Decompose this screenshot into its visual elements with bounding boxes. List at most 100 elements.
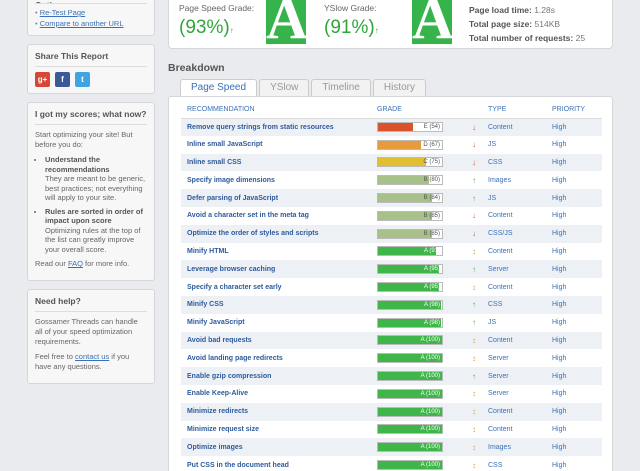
trend-arrow-icon: ↕ <box>472 246 476 256</box>
col-type[interactable]: TYPE <box>488 101 552 119</box>
tab-yslow[interactable]: YSlow <box>259 79 310 96</box>
grade-cell: A (95) <box>377 260 472 279</box>
recommendation-name[interactable]: Enable Keep-Alive <box>181 385 377 403</box>
grade-cell: C (75) <box>377 153 472 172</box>
table-row[interactable]: Minify CSS A (98) ↑ CSS High <box>181 295 602 314</box>
col-priority[interactable]: PRIORITY <box>552 101 602 119</box>
recommendation-name[interactable]: Enable gzip compression <box>181 367 377 385</box>
trend-arrow-icon: ↓ <box>472 224 488 243</box>
grade-label: B (85) <box>423 230 440 237</box>
priority-cell: High <box>552 260 602 279</box>
grade-cell: A (100) <box>377 331 472 350</box>
trend-arrow-icon: ↑ <box>472 260 488 279</box>
recommendation-name[interactable]: Minimize redirects <box>181 402 377 421</box>
share-box: Share This Report g+ f t <box>27 44 155 94</box>
recommendation-name[interactable]: Remove query strings from static resourc… <box>181 118 377 136</box>
recommendation-name[interactable]: Put CSS in the document head <box>181 456 377 471</box>
table-row[interactable]: Inline small JavaScript D (67) ↓ JS High <box>181 136 602 154</box>
recommendation-name[interactable]: Defer parsing of JavaScript <box>181 189 377 207</box>
table-row[interactable]: Minimize redirects A (100) ↕ Content High <box>181 402 602 421</box>
twitter-icon[interactable]: t <box>75 72 90 87</box>
grade-label: A (100) <box>420 426 440 433</box>
recommendation-name[interactable]: Minify JavaScript <box>181 314 377 332</box>
type-cell: CSS <box>488 153 552 172</box>
table-row[interactable]: Enable gzip compression A (100) ↑ Server Hig… <box>181 367 602 385</box>
contact-link[interactable]: contact us <box>75 352 109 361</box>
table-row[interactable]: Put CSS in the document head A (100) ↕ CSS H… <box>181 456 602 471</box>
trend-arrow-icon: ↕ <box>472 402 488 421</box>
contact-line: Feel free to contact us if you have any … <box>35 352 130 371</box>
table-row[interactable]: Enable Keep-Alive A (100) ↕ Server High <box>181 385 602 403</box>
recommendation-name[interactable]: Avoid a character set in the meta tag <box>181 207 377 225</box>
col-grade[interactable]: GRADE <box>377 101 472 119</box>
recommendation-name[interactable]: Minimize request size <box>181 421 377 439</box>
faq-link[interactable]: FAQ <box>68 259 83 268</box>
recommendation-name[interactable]: Leverage browser caching <box>181 260 377 279</box>
grade-bar: A (95) <box>377 264 443 275</box>
table-row[interactable]: Remove query strings from static resourc… <box>181 118 602 136</box>
page-size: Total page size: 514KB <box>469 19 561 29</box>
grade-label: A (100) <box>420 355 440 362</box>
grade-bar: B (85) <box>377 210 443 221</box>
col-recommendation[interactable]: RECOMMENDATION <box>181 101 377 119</box>
priority-cell: High <box>552 224 602 243</box>
type-cell: Server <box>488 354 509 362</box>
grade-bar: A (100) <box>377 424 443 435</box>
grade-label: B (84) <box>423 195 440 202</box>
table-row[interactable]: Specify image dimensions B (80) ↑ Images Hig… <box>181 171 602 189</box>
trend-arrow-icon: ↕ <box>472 389 476 399</box>
table-row[interactable]: Minify HTML A (91) ↕ Content High <box>181 243 602 261</box>
recommendation-name[interactable]: Minify HTML <box>181 243 377 261</box>
table-row[interactable]: Optimize images A (100) ↕ Images High <box>181 438 602 457</box>
table-row[interactable]: Avoid landing page redirects A (100) ↕ Serv… <box>181 349 602 367</box>
type-cell: Images <box>488 176 511 184</box>
priority-cell: High <box>552 295 602 314</box>
recommendation-name[interactable]: Inline small CSS <box>181 153 377 172</box>
recommendation-name[interactable]: Avoid landing page redirects <box>181 349 377 367</box>
table-row[interactable]: Leverage browser caching A (95) ↑ Server Hig… <box>181 260 602 279</box>
recommendation-name[interactable]: Optimize images <box>181 438 377 457</box>
grade-label: A (100) <box>420 444 440 451</box>
retest-link[interactable]: Re-Test Page <box>40 8 85 17</box>
grade-bar: A (98) <box>377 299 443 310</box>
table-row[interactable]: Avoid bad requests A (100) ↕ Content High <box>181 331 602 350</box>
recommendation-name[interactable]: Specify a character set early <box>181 278 377 296</box>
type-cell: Server <box>488 260 552 279</box>
priority-cell: High <box>552 438 602 457</box>
type-cell: Content <box>488 212 513 220</box>
grade-bar: A (100) <box>377 388 443 399</box>
type-cell: JS <box>488 319 497 327</box>
grade-cell: A (98) <box>377 295 472 314</box>
recommendation-name[interactable]: Specify image dimensions <box>181 171 377 189</box>
grade-cell: D (67) <box>377 136 472 154</box>
recommendation-name[interactable]: Inline small JavaScript <box>181 136 377 154</box>
facebook-icon[interactable]: f <box>55 72 70 87</box>
recommendation-name[interactable]: Optimize the order of styles and scripts <box>181 224 377 243</box>
grade-label: A (98) <box>423 301 440 308</box>
table-row[interactable]: Optimize the order of styles and scripts… <box>181 224 602 243</box>
google-plus-icon[interactable]: g+ <box>35 72 50 87</box>
tab-page-speed[interactable]: Page Speed <box>180 79 258 96</box>
trend-arrow-icon: ↑ <box>472 318 476 328</box>
table-row[interactable]: Minify JavaScript A (98) ↑ JS High <box>181 314 602 332</box>
priority-cell: High <box>552 118 602 136</box>
table-row[interactable]: Inline small CSS C (75) ↓ CSS High <box>181 153 602 172</box>
options-box: Options • Re-Test Page • Compare to anot… <box>27 0 155 36</box>
tab-history[interactable]: History <box>372 79 426 96</box>
table-row[interactable]: Avoid a character set in the meta tag B (… <box>181 207 602 225</box>
priority-cell: High <box>552 176 567 184</box>
recommendation-name[interactable]: Avoid bad requests <box>181 331 377 350</box>
table-row[interactable]: Minimize request size A (100) ↕ Content High <box>181 421 602 439</box>
grade-bar: A (100) <box>377 335 443 346</box>
table-row[interactable]: Specify a character set early A (95) ↕ Cont… <box>181 278 602 296</box>
compare-link[interactable]: Compare to another URL <box>40 19 124 28</box>
sidebar: Options • Re-Test Page • Compare to anot… <box>27 0 155 392</box>
tab-timeline[interactable]: Timeline <box>311 79 371 96</box>
grade-cell: A (98) <box>377 314 472 332</box>
table-row[interactable]: Defer parsing of JavaScript B (84) ↑ JS High <box>181 189 602 207</box>
faq-line: Read our FAQ for more info. <box>35 259 130 268</box>
priority-cell: High <box>552 331 602 350</box>
grade-label: A (95) <box>423 266 440 273</box>
recommendation-name[interactable]: Minify CSS <box>181 295 377 314</box>
options-title: Options <box>35 0 147 4</box>
